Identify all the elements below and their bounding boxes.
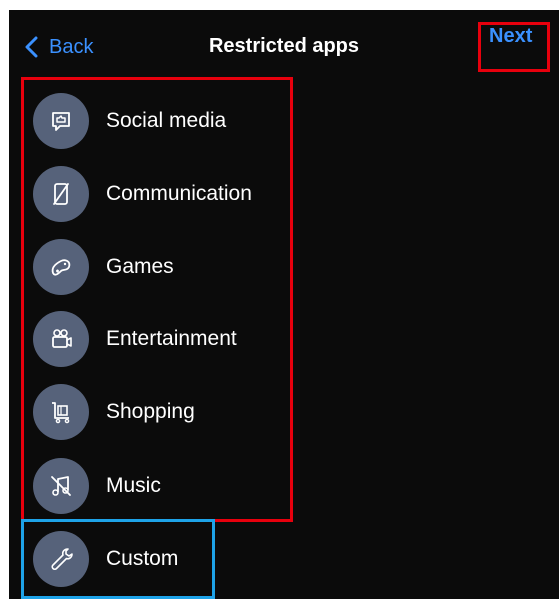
category-games[interactable]: Games [33, 239, 293, 295]
phone-off-icon [33, 166, 89, 222]
chat-bubble-icon [33, 93, 89, 149]
next-label: Next [489, 25, 533, 47]
music-off-icon [33, 458, 89, 514]
category-custom[interactable]: Custom [33, 531, 293, 587]
category-social-media[interactable]: Social media [33, 93, 293, 149]
page-title: Restricted apps [208, 35, 360, 57]
video-camera-icon [33, 311, 89, 367]
next-button[interactable]: Next [478, 22, 550, 50]
category-label: Social media [106, 109, 227, 132]
category-label: Shopping [106, 400, 195, 423]
top-border [0, 0, 559, 10]
shopping-cart-icon [33, 384, 89, 440]
category-music[interactable]: Music [33, 458, 293, 514]
navigation-bar: Back Restricted apps [9, 10, 559, 80]
category-label: Communication [106, 182, 252, 205]
category-communication[interactable]: Communication [33, 166, 293, 222]
category-label: Music [106, 474, 161, 497]
category-label: Games [106, 255, 174, 278]
category-label: Custom [106, 547, 179, 570]
wrench-icon [33, 531, 89, 587]
category-label: Entertainment [106, 327, 237, 350]
game-controller-icon [33, 239, 89, 295]
category-shopping[interactable]: Shopping [33, 384, 293, 440]
category-entertainment[interactable]: Entertainment [33, 311, 293, 367]
restricted-apps-screen: Back Restricted apps Next Social media C… [0, 0, 559, 599]
left-border [0, 0, 9, 599]
